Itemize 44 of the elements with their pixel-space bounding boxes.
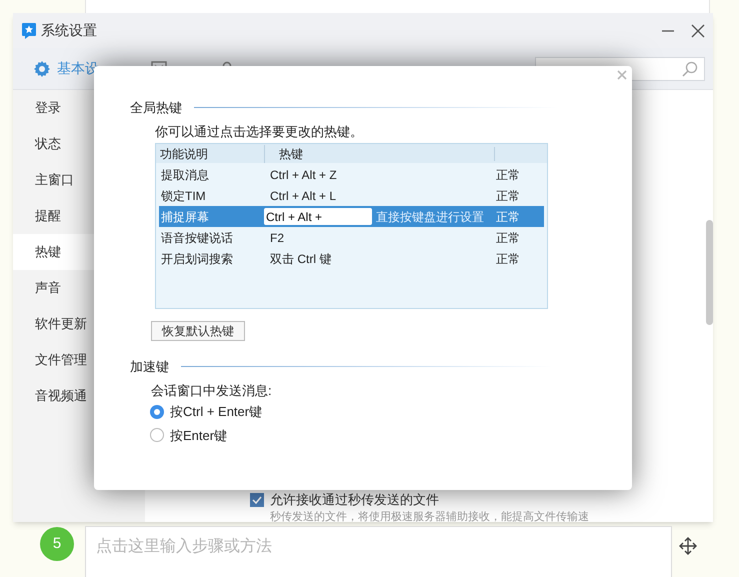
hotkey-input[interactable]: Ctrl + Alt + [264, 208, 372, 225]
table-row[interactable]: 捕捉屏幕 Ctrl + Alt + 直接按键盘进行设置 正常 [159, 206, 544, 227]
table-row[interactable]: 锁定TIM Ctrl + Alt + L 正常 [159, 185, 544, 206]
restore-defaults-button[interactable]: 恢复默认热键 [151, 321, 245, 341]
table-cell-text: 锁定TIM [160, 188, 207, 204]
option-label: 会话窗口中发送消息: [151, 382, 273, 400]
table-cell-text: F2 [269, 230, 286, 246]
checkbox-label: 允许接收通过秒传发送的文件 [270, 491, 439, 509]
close-icon[interactable] [691, 24, 705, 38]
table-cell-text: Ctrl + Alt + Z [269, 166, 338, 184]
column-header[interactable]: 热键 [264, 144, 494, 162]
table-cell-text: 正常 [495, 188, 520, 204]
table-cell-text: 正常 [495, 208, 520, 226]
table-row[interactable]: 开启划词搜索 双击 Ctrl 键 正常 [159, 248, 544, 269]
table-cell-text: 捕捉屏幕 [160, 208, 210, 226]
instruction-text: 你可以通过点击选择要更改的热键。 [155, 122, 364, 140]
note-text: 秒传发送的文件，将使用极速服务器辅助接收，能提高文件传输速 [269, 510, 589, 522]
gear-icon [33, 60, 51, 78]
radio-button[interactable] [150, 428, 164, 442]
window-title: 系统设置 [41, 21, 97, 40]
column-header[interactable]: 功能说明 [156, 144, 264, 162]
move-icon[interactable] [679, 537, 697, 555]
edit-hint: 直接按键盘进行设置 [376, 208, 484, 226]
checkbox[interactable] [250, 492, 264, 507]
app-logo-icon [21, 22, 37, 40]
radio-button[interactable] [150, 404, 164, 419]
table-cell-text: 正常 [495, 230, 520, 246]
radio-label: 按Ctrl + Enter键 [170, 403, 262, 421]
radio-label: 按Enter键 [170, 426, 228, 444]
table-row[interactable]: 提取消息 Ctrl + Alt + Z 正常 [159, 164, 544, 185]
search-icon [682, 60, 698, 76]
section-title: 全局热键 [130, 99, 182, 117]
table-cell-text: 提取消息 [160, 166, 210, 184]
table-cell-text: 正常 [495, 250, 520, 268]
table-cell-text: 双击 Ctrl 键 [269, 250, 332, 268]
section-title: 加速键 [130, 358, 169, 376]
table-row[interactable]: 语音按键说话 F2 正常 [159, 227, 544, 248]
step-number: 5 [40, 527, 74, 561]
table-cell-text: Ctrl + Alt + L [269, 188, 338, 204]
table-cell-text: 开启划词搜索 [160, 250, 234, 268]
scrollbar[interactable] [706, 220, 713, 325]
table-cell-text: 语音按键说话 [160, 230, 234, 246]
table-cell-text: 正常 [495, 166, 520, 184]
placeholder-text: 点击这里输入步骤或方法 [96, 538, 272, 555]
